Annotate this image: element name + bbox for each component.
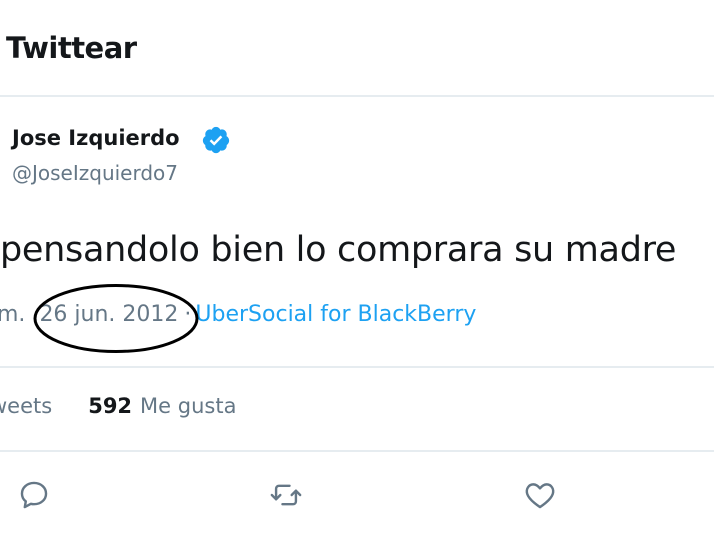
- tweet-source-link[interactable]: UberSocial for BlackBerry: [195, 302, 476, 327]
- retweet-icon[interactable]: [268, 478, 304, 512]
- page-title: Twittear: [6, 31, 137, 65]
- reply-icon[interactable]: [16, 478, 52, 512]
- likes-count[interactable]: 592: [88, 394, 132, 418]
- retweets-label[interactable]: weets: [0, 394, 52, 418]
- date-highlight-ellipse: [33, 284, 199, 353]
- header-divider: [0, 95, 714, 97]
- author-name[interactable]: Jose Izquierdo: [12, 126, 180, 150]
- stats-divider: [0, 450, 714, 452]
- like-icon[interactable]: [522, 478, 558, 512]
- verified-badge-icon: [202, 126, 230, 154]
- tweet-time[interactable]: m.: [0, 302, 25, 327]
- likes-label[interactable]: Me gusta: [140, 394, 236, 418]
- tweet-stats: weets 592 Me gusta: [0, 394, 236, 418]
- meta-divider: [0, 366, 714, 368]
- tweet-text: pensandolo bien lo comprara su madre: [0, 230, 677, 270]
- author-handle[interactable]: @JoseIzquierdo7: [12, 161, 178, 185]
